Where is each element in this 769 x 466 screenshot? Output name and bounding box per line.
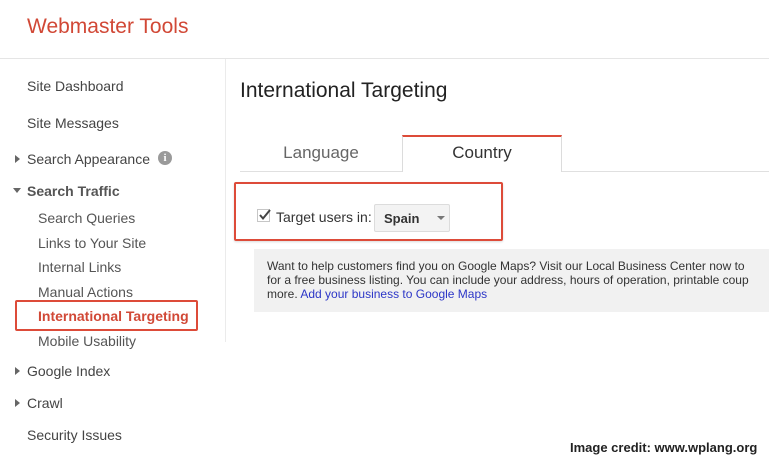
app-title[interactable]: Webmaster Tools — [27, 15, 188, 39]
nav-mobile-usability[interactable]: Mobile Usability — [38, 333, 136, 349]
country-select[interactable]: Spain — [374, 204, 450, 232]
image-credit: Image credit: www.wplang.org — [570, 440, 758, 455]
nav-international-targeting-label: International Targeting — [38, 308, 189, 324]
info-text-line: for a free business listing. You can inc… — [267, 273, 749, 287]
chevron-right-icon[interactable] — [15, 155, 20, 163]
nav-internal-links[interactable]: Internal Links — [38, 259, 121, 275]
nav-search-queries[interactable]: Search Queries — [38, 210, 135, 226]
target-users-checkbox[interactable] — [257, 209, 271, 222]
info-text-line: more. — [267, 287, 301, 301]
chevron-right-icon[interactable] — [15, 399, 20, 407]
nav-site-dashboard[interactable]: Site Dashboard — [27, 78, 124, 94]
nav-site-messages[interactable]: Site Messages — [27, 115, 119, 131]
tab-country[interactable]: Country — [402, 135, 562, 172]
checkmark-icon — [259, 209, 271, 221]
chevron-right-icon[interactable] — [15, 367, 20, 375]
dropdown-arrow-icon — [437, 216, 445, 220]
nav-search-appearance[interactable]: Search Appearance — [27, 151, 150, 167]
nav-crawl[interactable]: Crawl — [27, 395, 63, 411]
header: Webmaster Tools — [0, 0, 769, 59]
target-users-label: Target users in: — [276, 209, 372, 225]
country-select-value: Spain — [384, 211, 420, 226]
chevron-down-icon[interactable] — [13, 188, 21, 193]
nav-google-index[interactable]: Google Index — [27, 363, 110, 379]
nav-security-issues[interactable]: Security Issues — [27, 427, 122, 443]
add-business-link[interactable]: Add your business to Google Maps — [300, 287, 487, 301]
nav-international-targeting[interactable]: International Targeting — [15, 300, 198, 331]
info-icon[interactable]: i — [158, 151, 172, 165]
info-text-line: Want to help customers find you on Googl… — [267, 259, 745, 273]
page-title: International Targeting — [240, 79, 448, 102]
nav-links-to-your-site[interactable]: Links to Your Site — [38, 235, 146, 251]
info-panel: Want to help customers find you on Googl… — [254, 249, 769, 312]
nav-search-traffic[interactable]: Search Traffic — [27, 183, 120, 199]
tab-language[interactable]: Language — [240, 137, 402, 171]
nav-manual-actions[interactable]: Manual Actions — [38, 284, 133, 300]
